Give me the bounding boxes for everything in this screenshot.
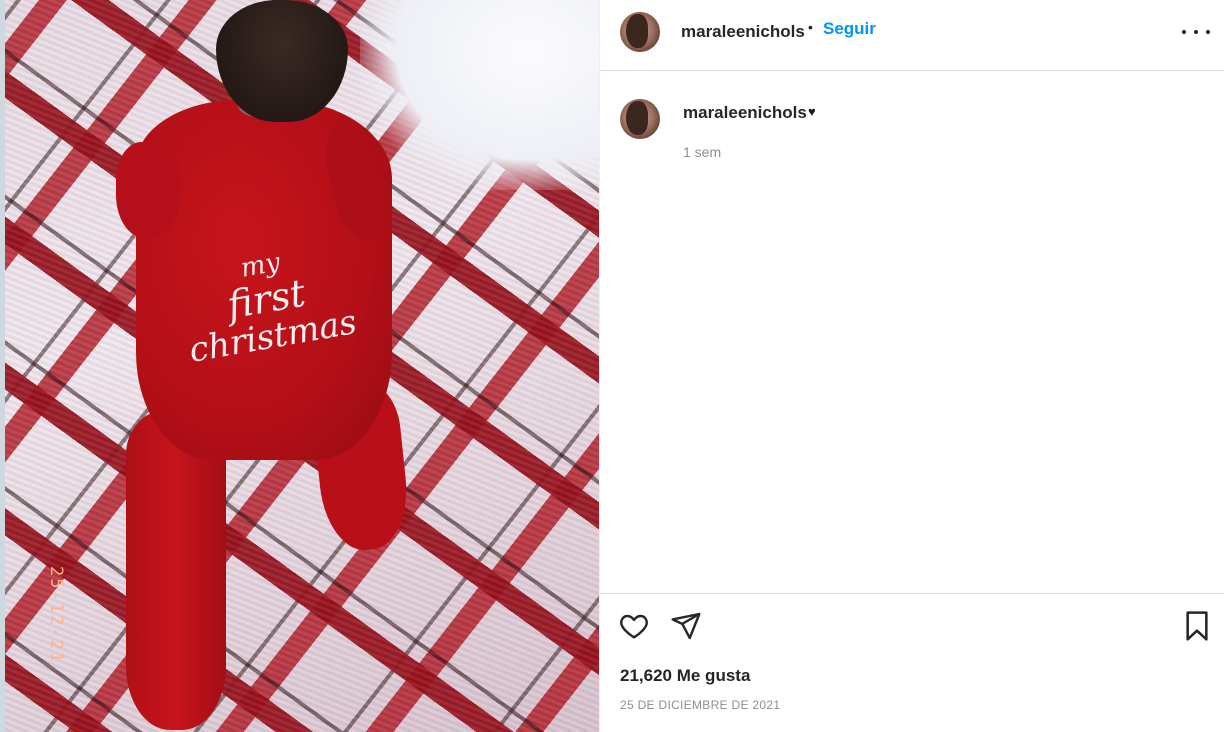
paper-plane-icon[interactable] bbox=[670, 610, 702, 642]
post-header: maraleenichols • Seguir bbox=[600, 0, 1224, 71]
photo-date-stamp: 25-12-21 bbox=[46, 566, 66, 664]
baby-arm-left bbox=[116, 142, 180, 238]
caption-timestamp[interactable]: 1 sem bbox=[683, 144, 721, 160]
more-dot bbox=[1206, 30, 1210, 34]
more-dot bbox=[1194, 30, 1198, 34]
header-separator: • bbox=[808, 19, 813, 35]
baby-head bbox=[216, 0, 348, 122]
author-username[interactable]: maraleenichols bbox=[681, 22, 805, 42]
post-date: 25 DE DICIEMBRE DE 2021 bbox=[620, 698, 781, 712]
heart-outline-icon[interactable] bbox=[618, 610, 650, 642]
bookmark-icon[interactable] bbox=[1183, 610, 1211, 642]
more-dot bbox=[1182, 30, 1186, 34]
post-image[interactable]: my first christmas 25-12-21 bbox=[0, 0, 599, 732]
baby-figure: my first christmas bbox=[0, 0, 599, 732]
caption-username[interactable]: maraleenichols bbox=[683, 103, 807, 123]
more-options-icon[interactable] bbox=[1182, 20, 1210, 44]
likes-count[interactable]: 21,620 Me gusta bbox=[620, 666, 750, 686]
follow-button[interactable]: Seguir bbox=[823, 19, 876, 39]
post-details-panel: maraleenichols • Seguir maraleenichols ♥… bbox=[599, 0, 1224, 732]
post-view: my first christmas 25-12-21 maraleenicho… bbox=[0, 0, 1224, 732]
post-actions-footer: 21,620 Me gusta 25 DE DICIEMBRE DE 2021 bbox=[600, 593, 1224, 732]
caption-avatar[interactable] bbox=[620, 99, 660, 139]
caption-text: ♥ bbox=[808, 104, 816, 119]
author-avatar[interactable] bbox=[620, 12, 660, 52]
